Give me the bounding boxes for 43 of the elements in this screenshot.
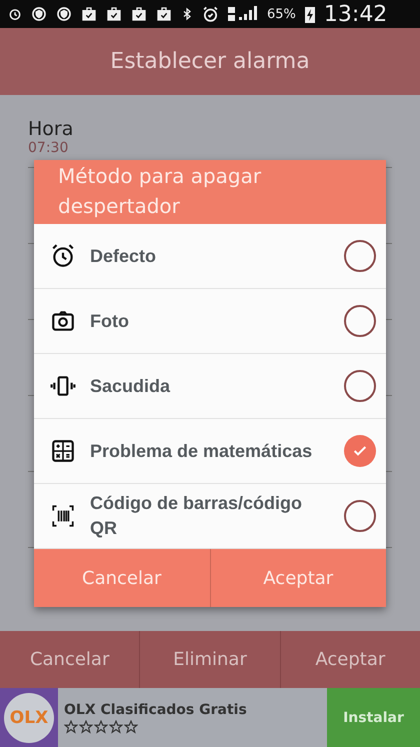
setting-label: Hora <box>28 118 74 140</box>
option-label: Problema de matemáticas <box>90 440 314 462</box>
logo-text: OLX <box>4 692 54 742</box>
bluetooth-icon <box>181 6 193 22</box>
calculator-icon <box>50 438 76 464</box>
briefcase-check-icon <box>81 6 97 22</box>
option-row[interactable]: Problema de matemáticas <box>34 419 386 484</box>
option-row[interactable]: Defecto <box>34 224 386 289</box>
option-label: Sacudida <box>90 374 172 398</box>
radio-button[interactable] <box>344 435 376 467</box>
star-icon <box>64 720 78 734</box>
screen-title: Establecer alarma <box>110 49 310 74</box>
signal-icon <box>228 6 258 22</box>
clock-time: 13:42 <box>324 2 388 26</box>
radio-button[interactable] <box>344 370 376 402</box>
ad-title: OLX Clasificados Gratis <box>64 702 248 718</box>
briefcase-check-icon <box>131 6 147 22</box>
star-icon <box>109 720 123 734</box>
briefcase-check-icon <box>106 6 122 22</box>
option-row[interactable]: Foto <box>34 289 386 354</box>
battery-charging-icon <box>304 5 315 23</box>
option-label: Foto <box>90 310 130 332</box>
battery-percentage: 65% <box>267 6 296 22</box>
dialog-title: Método para apagar despertador <box>58 163 262 220</box>
radio-button[interactable] <box>344 240 376 272</box>
radio-button[interactable] <box>344 305 376 337</box>
radio-button[interactable] <box>344 500 376 532</box>
alarm-clock-icon <box>202 6 219 22</box>
install-button[interactable]: Instalar <box>327 688 420 747</box>
alarm-clock-icon <box>8 7 22 21</box>
barcode-icon <box>50 503 76 529</box>
ad-banner[interactable]: OLX OLX Clasificados Gratis Instalar <box>0 688 420 747</box>
option-label: Código de barras/código QR <box>90 492 304 540</box>
setting-value: 07:30 <box>28 140 70 156</box>
star-icon <box>94 720 108 734</box>
shield-icon <box>56 6 72 22</box>
star-icon <box>79 720 93 734</box>
briefcase-check-icon <box>156 6 172 22</box>
shield-icon <box>31 6 47 22</box>
option-row[interactable]: Sacudida <box>34 354 386 419</box>
star-icon <box>124 720 138 734</box>
option-label: Defecto <box>90 244 158 268</box>
alarm-clock-icon <box>50 243 76 269</box>
